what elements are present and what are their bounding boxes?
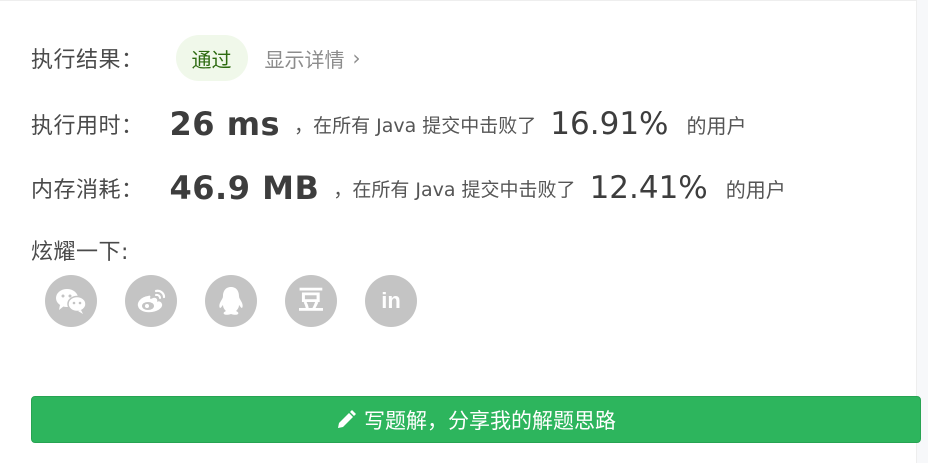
memory-row: 内存消耗： 46.9 MB ，在所有 Java 提交中击败了 12.41% 的用…: [31, 165, 786, 211]
memory-beat-text: ，在所有 Java 提交中击败了: [333, 178, 576, 201]
douban-icon: 豆: [297, 286, 324, 316]
pencil-icon: [336, 409, 356, 430]
status-badge: 通过: [175, 35, 248, 81]
wechat-icon: [56, 289, 87, 314]
runtime-beat-text: ，在所有 Java 提交中击败了: [294, 114, 537, 137]
share-wechat-button[interactable]: [45, 275, 97, 327]
runtime-percent: 16.91%: [550, 106, 669, 142]
share-icons: 豆 in: [45, 275, 417, 327]
share-weibo-button[interactable]: [125, 275, 177, 327]
chevron-right-icon: ›: [352, 46, 361, 70]
share-douban-button[interactable]: 豆: [285, 275, 337, 327]
result-row: 执行结果： 通过 显示详情 ›: [31, 35, 361, 81]
memory-tail-text: 的用户: [725, 177, 786, 202]
result-label: 执行结果：: [31, 48, 144, 73]
runtime-value: 26 ms: [169, 105, 281, 143]
share-linkedin-button[interactable]: in: [365, 275, 417, 327]
runtime-label: 执行用时：: [31, 114, 144, 139]
share-label: 炫耀一下:: [31, 240, 129, 265]
weibo-icon: [137, 289, 166, 313]
write-solution-label: 写题解，分享我的解题思路: [364, 408, 616, 433]
runtime-row: 执行用时： 26 ms ，在所有 Java 提交中击败了 16.91% 的用户: [31, 101, 747, 147]
memory-value: 46.9 MB: [169, 169, 320, 207]
write-solution-button[interactable]: 写题解，分享我的解题思路: [31, 396, 921, 443]
submission-result-card: 执行结果： 通过 显示详情 › 执行用时： 26 ms ，在所有 Java 提交…: [0, 0, 921, 463]
runtime-tail-text: 的用户: [686, 113, 747, 138]
share-row: 炫耀一下:: [31, 233, 129, 267]
memory-label: 内存消耗：: [31, 178, 144, 203]
share-qq-button[interactable]: [205, 275, 257, 327]
qq-icon: [219, 287, 243, 315]
show-details-label: 显示详情: [264, 47, 345, 72]
linkedin-icon: in: [381, 288, 401, 313]
memory-percent: 12.41%: [589, 170, 708, 206]
show-details-link[interactable]: 显示详情 ›: [265, 44, 361, 73]
